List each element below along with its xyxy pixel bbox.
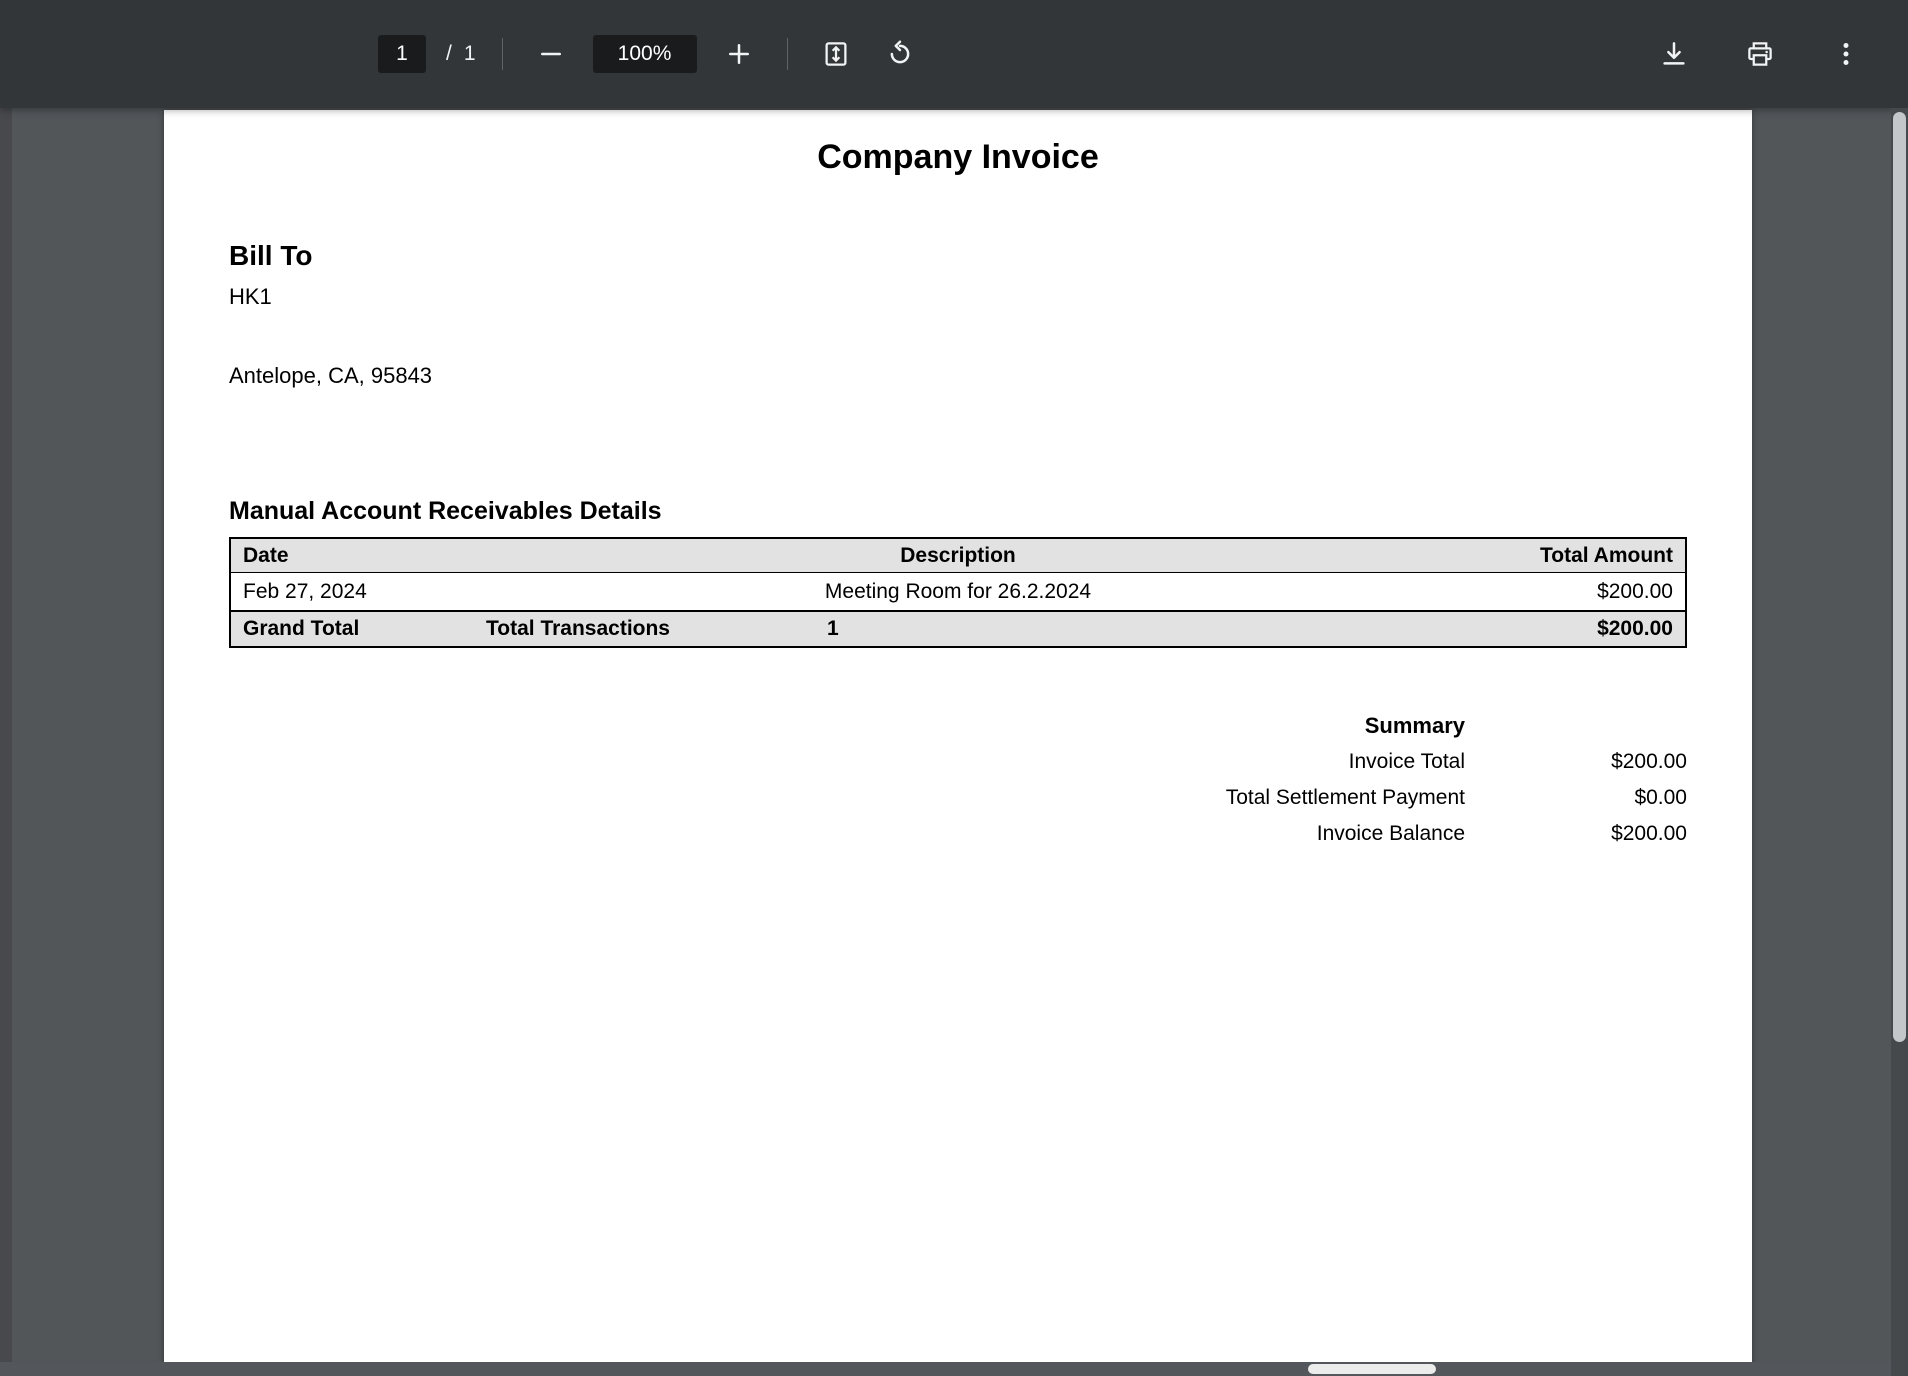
- table-footer-row: Grand Total Total Transactions 1 $200.00: [231, 610, 1685, 646]
- zoom-level-input[interactable]: [593, 35, 697, 73]
- column-header-date: Date: [231, 544, 491, 568]
- cell-description: Meeting Room for 26.2.2024: [491, 580, 1425, 604]
- horizontal-scrollbar[interactable]: [0, 1362, 1891, 1376]
- column-header-description: Description: [491, 544, 1425, 568]
- bill-to-name: HK1: [229, 286, 1687, 308]
- column-header-total-amount: Total Amount: [1425, 544, 1685, 568]
- toolbar-divider: [787, 38, 788, 70]
- cell-date: Feb 27, 2024: [231, 580, 491, 604]
- download-button[interactable]: [1652, 32, 1696, 76]
- bill-to-address: Antelope, CA, 95843: [229, 365, 1687, 387]
- page-total: 1: [464, 42, 476, 66]
- pdf-toolbar: / 1: [0, 0, 1908, 108]
- print-button[interactable]: [1738, 32, 1782, 76]
- more-options-button[interactable]: [1824, 32, 1868, 76]
- bill-to-heading: Bill To: [229, 242, 1687, 270]
- pdf-viewer-window: / 1: [0, 0, 1908, 1376]
- grand-total-amount: $200.00: [1425, 617, 1685, 641]
- pdf-page: Company Invoice Bill To HK1 Antelope, CA…: [164, 110, 1752, 1376]
- summary-section: Summary Invoice Total $200.00 Total Sett…: [229, 708, 1687, 852]
- rotate-button[interactable]: [878, 32, 922, 76]
- minus-icon: [536, 39, 566, 69]
- print-icon: [1745, 39, 1775, 69]
- toolbar-divider: [502, 38, 503, 70]
- total-settlement-payment-value: $0.00: [1465, 786, 1687, 810]
- summary-row: Invoice Balance $200.00: [1317, 816, 1687, 852]
- grand-total-label: Grand Total: [231, 617, 486, 641]
- total-settlement-payment-label: Total Settlement Payment: [1226, 786, 1465, 810]
- zoom-in-button[interactable]: [717, 32, 761, 76]
- page-number-input[interactable]: [378, 35, 426, 73]
- kebab-menu-icon: [1831, 39, 1861, 69]
- toolbar-page-zoom-controls: / 1: [378, 0, 922, 108]
- vertical-scrollbar[interactable]: [1891, 108, 1908, 1376]
- receivables-table: Date Description Total Amount Feb 27, 20…: [229, 537, 1687, 648]
- summary-row: Total Settlement Payment $0.00: [1226, 780, 1687, 816]
- summary-heading-row: Summary: [1365, 708, 1687, 744]
- sidebar-edge: [0, 108, 12, 1376]
- toolbar-action-buttons: [1652, 0, 1868, 108]
- invoice-total-value: $200.00: [1465, 750, 1687, 774]
- vertical-scrollbar-thumb[interactable]: [1893, 112, 1906, 1042]
- total-transactions-count: 1: [827, 617, 1425, 641]
- page-title: Company Invoice: [229, 140, 1687, 174]
- rotate-counterclockwise-icon: [885, 39, 915, 69]
- invoice-total-label: Invoice Total: [1349, 750, 1465, 774]
- invoice-balance-label: Invoice Balance: [1317, 822, 1465, 846]
- invoice-document: Company Invoice Bill To HK1 Antelope, CA…: [164, 140, 1752, 852]
- zoom-out-button[interactable]: [529, 32, 573, 76]
- plus-icon: [724, 39, 754, 69]
- fit-page-button[interactable]: [814, 32, 858, 76]
- scrollbar-corner: [1891, 1362, 1908, 1376]
- table-header-row: Date Description Total Amount: [231, 539, 1685, 573]
- page-count: / 1: [446, 42, 476, 66]
- document-viewport: Company Invoice Bill To HK1 Antelope, CA…: [0, 108, 1908, 1376]
- summary-heading: Summary: [1365, 713, 1465, 739]
- page-separator: /: [446, 42, 452, 66]
- fit-to-page-icon: [821, 39, 851, 69]
- summary-row: Invoice Total $200.00: [1349, 744, 1687, 780]
- total-transactions-label: Total Transactions: [486, 617, 827, 641]
- receivables-heading: Manual Account Receivables Details: [229, 499, 1687, 524]
- horizontal-scrollbar-thumb[interactable]: [1308, 1364, 1436, 1374]
- invoice-balance-value: $200.00: [1465, 822, 1687, 846]
- cell-total-amount: $200.00: [1425, 580, 1685, 604]
- download-icon: [1659, 39, 1689, 69]
- table-row: Feb 27, 2024 Meeting Room for 26.2.2024 …: [231, 573, 1685, 610]
